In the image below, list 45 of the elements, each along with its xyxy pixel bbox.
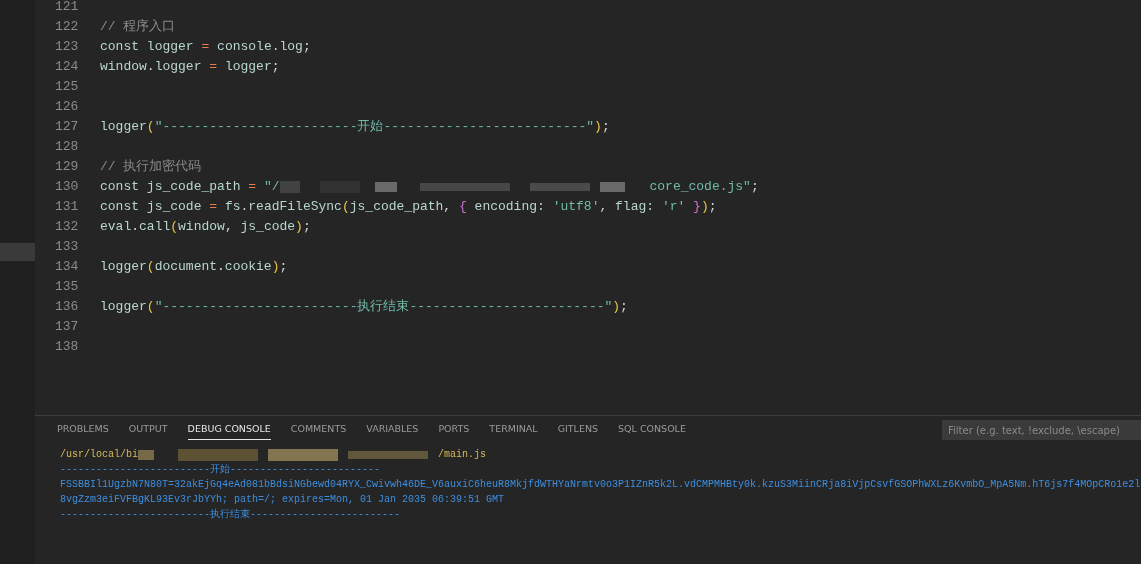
console-output-line: -------------------------执行结束-------------------------: [60, 507, 401, 522]
line-number: 124: [54, 58, 80, 77]
panel-tab[interactable]: VARIABLES: [366, 420, 419, 440]
panel-tab[interactable]: DEBUG CONSOLE: [187, 420, 271, 440]
line-number: 123: [54, 38, 80, 57]
console-output-line: 8vgZzm3eiFVFBgKL93Ev3rJbYYh; path=/; expires=Mon, 01 Jan 2035 06:39:51 GMT: [60, 493, 505, 507]
line-number: 132: [54, 218, 80, 237]
panel-tab[interactable]: PORTS: [438, 420, 470, 440]
console-output-line: FSSBBIl1UgzbN7N80T=32akEjGq4eAd081bBdsiNGbewd04RYX_Cwivwh46DE_V6auxiC6heuR8MkjfdWTHYaNrmtv0o3P1IZnR5k2L.vdCMPMHBty0k.kzuS3MiinCRja8iVjpCsvfGSOPhWXLz6KvmbO_MpA5Nm.hT6js7f4MOpCRo1e2l: [60, 478, 1141, 492]
line-number: 127: [54, 118, 80, 137]
code-line: logger(document.cookie);: [100, 258, 288, 277]
console-output-line: /main.js: [438, 448, 487, 462]
line-number: 131: [54, 198, 80, 217]
code-line: core_code.js";: [649, 178, 759, 197]
code-line: const js_code_path = "/: [100, 178, 280, 197]
panel-tab[interactable]: GITLENS: [557, 420, 599, 440]
line-number: 121: [54, 0, 80, 17]
panel-tab[interactable]: COMMENTS: [290, 420, 347, 440]
line-number: 128: [54, 138, 80, 157]
line-number: 122: [54, 18, 80, 37]
line-number: 134: [54, 258, 80, 277]
line-number: 133: [54, 238, 80, 257]
line-number: 138: [54, 338, 80, 357]
line-number: 136: [54, 298, 80, 317]
code-line: // 程序入口: [100, 18, 176, 37]
line-number: 125: [54, 78, 80, 97]
code-line: // 执行加密代码: [100, 158, 202, 177]
line-number: 137: [54, 318, 80, 337]
line-number: 135: [54, 278, 80, 297]
code-line: logger("-------------------------开始--------------------------");: [100, 118, 610, 137]
console-output-line: -------------------------开始-------------------------: [60, 463, 381, 477]
code-line: eval.call(window, js_code);: [100, 218, 311, 237]
panel-tab[interactable]: SQL CONSOLE: [618, 420, 686, 440]
code-line: window.logger = logger;: [100, 58, 280, 77]
code-line: const logger = console.log;: [100, 38, 311, 57]
line-number: 130: [54, 178, 80, 197]
code-line: const js_code = fs.readFileSync(js_code_path, { encoding: 'utf8', flag: 'r' });: [100, 198, 717, 217]
line-number: 129: [54, 158, 80, 177]
code-line: logger("-------------------------执行结束-------------------------");: [100, 298, 628, 317]
line-number: 126: [54, 98, 80, 117]
panel-tab[interactable]: PROBLEMS: [57, 420, 109, 440]
panel-tab[interactable]: TERMINAL: [489, 420, 538, 440]
panel-tab[interactable]: OUTPUT: [128, 420, 168, 440]
filter-field[interactable]: Filter (e.g. text, !exclude, \escape): [942, 420, 1141, 440]
console-output-line: /usr/local/bi: [60, 448, 138, 462]
